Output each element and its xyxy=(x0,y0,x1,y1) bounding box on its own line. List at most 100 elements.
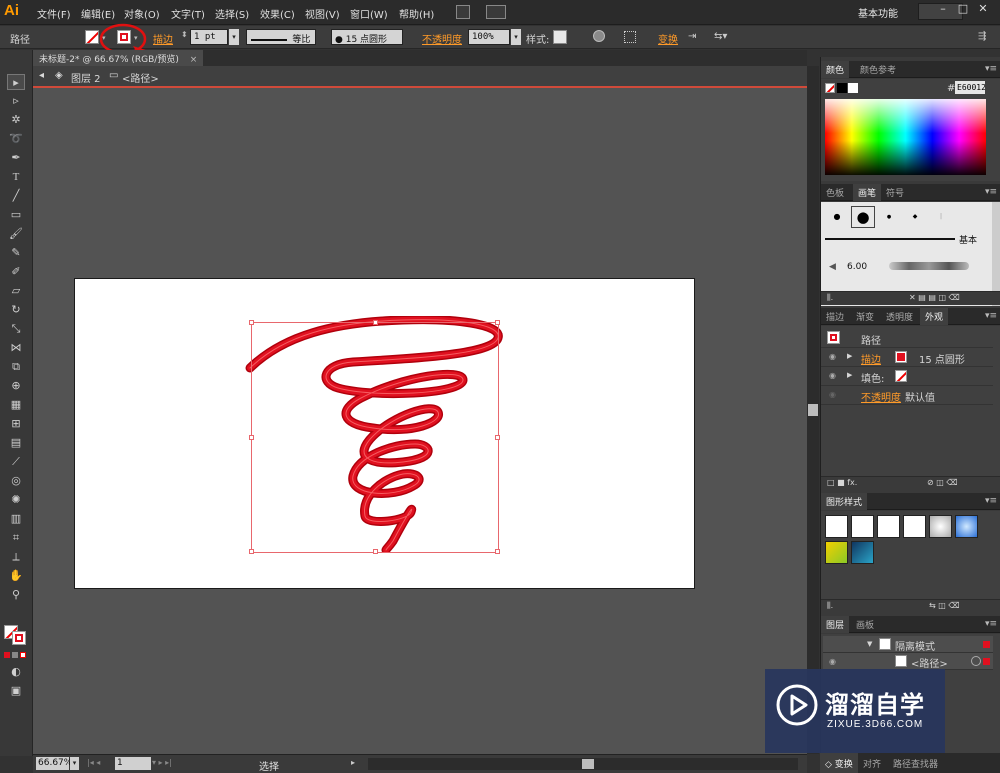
line-tool-icon[interactable]: ╱ xyxy=(7,188,25,204)
expand-arrow-icon[interactable]: ▶ xyxy=(847,352,852,360)
minimize-icon[interactable]: – xyxy=(935,2,951,18)
type-tool-icon[interactable]: T xyxy=(7,169,25,185)
bbox-handle[interactable] xyxy=(495,549,500,554)
vertical-scrollbar[interactable] xyxy=(807,66,819,754)
paintbrush-tool-icon[interactable]: 🖌 xyxy=(7,226,25,242)
brush-dot-large[interactable]: ● xyxy=(851,206,875,228)
layer-row-path[interactable]: ◉ <路径> xyxy=(823,653,993,670)
next-artboard-icon[interactable]: ▾ ▸ ▸| xyxy=(152,758,172,767)
pen-tool-icon[interactable]: ✒ xyxy=(7,150,25,166)
brush-dot-tiny[interactable]: ● xyxy=(877,206,901,228)
align-icon[interactable] xyxy=(624,31,636,43)
graphic-style-foliage[interactable] xyxy=(851,541,874,564)
artboard-tool-icon[interactable]: ⌗ xyxy=(7,530,25,546)
zoom-tool-icon[interactable]: ⚲ xyxy=(7,587,25,603)
gradient-mode-button[interactable] xyxy=(12,652,18,658)
black-swatch[interactable] xyxy=(837,83,847,93)
breadcrumb-path[interactable]: <路径> xyxy=(122,70,159,85)
menu-help[interactable]: 帮助(H) xyxy=(399,6,434,21)
menu-window[interactable]: 窗口(W) xyxy=(350,6,388,21)
artboard-number-field[interactable]: 1 xyxy=(115,757,151,770)
selection-tool-icon[interactable]: ▸ xyxy=(7,74,25,90)
draw-mode-icon[interactable]: ◐ xyxy=(7,664,25,680)
layer-selection-indicator[interactable] xyxy=(983,641,990,648)
column-graph-tool-icon[interactable]: ▥ xyxy=(7,511,25,527)
tab-layers[interactable]: 图层 xyxy=(821,616,850,633)
appearance-stroke-swatch[interactable] xyxy=(895,351,907,363)
appearance-opacity-label[interactable]: 不透明度 xyxy=(861,389,901,404)
hex-input[interactable]: E60012 xyxy=(955,81,985,94)
graphic-style-outline[interactable] xyxy=(903,515,926,538)
tab-transform[interactable]: ◇ 变换 xyxy=(820,753,858,773)
graphic-style-swatch[interactable] xyxy=(553,30,567,44)
magic-wand-tool-icon[interactable]: ✲ xyxy=(7,112,25,128)
screen-mode-icon[interactable]: ▣ xyxy=(7,683,25,699)
eye-icon[interactable]: ◉ xyxy=(829,657,839,667)
shape-builder-tool-icon[interactable]: ⊕ xyxy=(7,378,25,394)
symbol-sprayer-tool-icon[interactable]: ✺ xyxy=(7,492,25,508)
eye-icon[interactable]: ◉ xyxy=(829,371,839,381)
tab-color[interactable]: 颜色 xyxy=(821,61,850,78)
close-tab-icon[interactable]: × xyxy=(190,55,198,65)
first-artboard-icon[interactable]: |◂ ◂ xyxy=(87,758,100,767)
canvas-area[interactable] xyxy=(33,88,807,754)
free-transform-tool-icon[interactable]: ⧉ xyxy=(7,359,25,375)
eye-icon[interactable]: ◉ xyxy=(829,390,839,400)
tab-pathfinder[interactable]: 路径查找器 xyxy=(888,753,943,773)
brush-dot-small[interactable]: ● xyxy=(825,206,849,228)
hand-tool-icon[interactable]: ✋ xyxy=(7,568,25,584)
document-tab[interactable]: 未标题-2* @ 66.67% (RGB/预览) × xyxy=(33,50,203,66)
target-icon[interactable] xyxy=(971,656,981,666)
tab-align[interactable]: 对齐 xyxy=(858,753,886,773)
panel-menu-icon[interactable]: ▾≡ xyxy=(985,64,997,74)
maximize-icon[interactable]: □ xyxy=(955,2,971,18)
arrange-documents-icon[interactable] xyxy=(486,5,506,19)
gradient-tool-icon[interactable]: ▤ xyxy=(7,435,25,451)
arrange-icon[interactable]: ⇆▾ xyxy=(714,31,727,42)
close-icon[interactable]: ✕ xyxy=(975,2,991,18)
graphic-style-default[interactable] xyxy=(825,515,848,538)
tab-graphic-styles[interactable]: 图形样式 xyxy=(821,493,868,510)
none-mode-button[interactable] xyxy=(20,652,26,658)
rectangle-tool-icon[interactable]: ▭ xyxy=(7,207,25,223)
panel-menu-icon[interactable]: ▾≡ xyxy=(985,496,997,506)
panel-menu-icon[interactable]: ▾≡ xyxy=(985,187,997,197)
isolate-object-icon[interactable]: ⇥ xyxy=(688,31,696,42)
brush-dot-light[interactable]: | xyxy=(929,206,953,228)
width-tool-icon[interactable]: ⋈ xyxy=(7,340,25,356)
bbox-handle[interactable] xyxy=(495,320,500,325)
bridge-icon[interactable] xyxy=(456,5,470,19)
lasso-tool-icon[interactable]: ➰ xyxy=(7,131,25,147)
tab-gradient[interactable]: 渐变 xyxy=(851,308,879,325)
appearance-fill-row[interactable]: ◉ ▶ 填色: xyxy=(821,367,993,386)
tab-artboards[interactable]: 画板 xyxy=(851,616,879,633)
color-mode-button[interactable] xyxy=(4,652,10,658)
graphic-style-leaf[interactable] xyxy=(825,541,848,564)
scrollbar-thumb[interactable] xyxy=(582,759,594,769)
white-swatch[interactable] xyxy=(848,83,858,93)
expand-arrow-icon[interactable]: ▼ xyxy=(867,640,872,648)
scrollbar-thumb[interactable] xyxy=(808,404,818,416)
perspective-grid-tool-icon[interactable]: ▦ xyxy=(7,397,25,413)
status-menu-icon[interactable]: ▸ xyxy=(351,758,355,767)
tab-swatches[interactable]: 色板 xyxy=(821,184,849,201)
appearance-opacity-row[interactable]: ◉ 不透明度 默认值 xyxy=(821,386,993,405)
menu-file[interactable]: 文件(F) xyxy=(37,6,71,21)
graphic-style-library-icon[interactable]: ⫼. xyxy=(827,601,833,611)
tab-symbols[interactable]: 符号 xyxy=(881,184,909,201)
add-stroke-icon[interactable]: □ ■ fx. xyxy=(827,478,857,487)
eraser-tool-icon[interactable]: ▱ xyxy=(7,283,25,299)
layer-selection-indicator[interactable] xyxy=(983,658,990,665)
appearance-fill-swatch[interactable] xyxy=(895,370,907,382)
chevron-down-icon[interactable]: ▾ xyxy=(70,757,79,770)
zoom-field[interactable]: 66.67% xyxy=(36,757,72,770)
tab-transparency[interactable]: 透明度 xyxy=(881,308,918,325)
panel-menu-icon[interactable]: ⇶ xyxy=(978,31,986,42)
scale-tool-icon[interactable]: ⤡ xyxy=(7,321,25,337)
opacity-panel-link[interactable]: 不透明度 xyxy=(422,31,462,46)
bbox-handle[interactable] xyxy=(373,549,378,554)
blend-tool-icon[interactable]: ◎ xyxy=(7,473,25,489)
bbox-handle[interactable] xyxy=(249,549,254,554)
expand-arrow-icon[interactable]: ▶ xyxy=(847,371,852,379)
panel-menu-icon[interactable]: ▾≡ xyxy=(985,311,997,321)
